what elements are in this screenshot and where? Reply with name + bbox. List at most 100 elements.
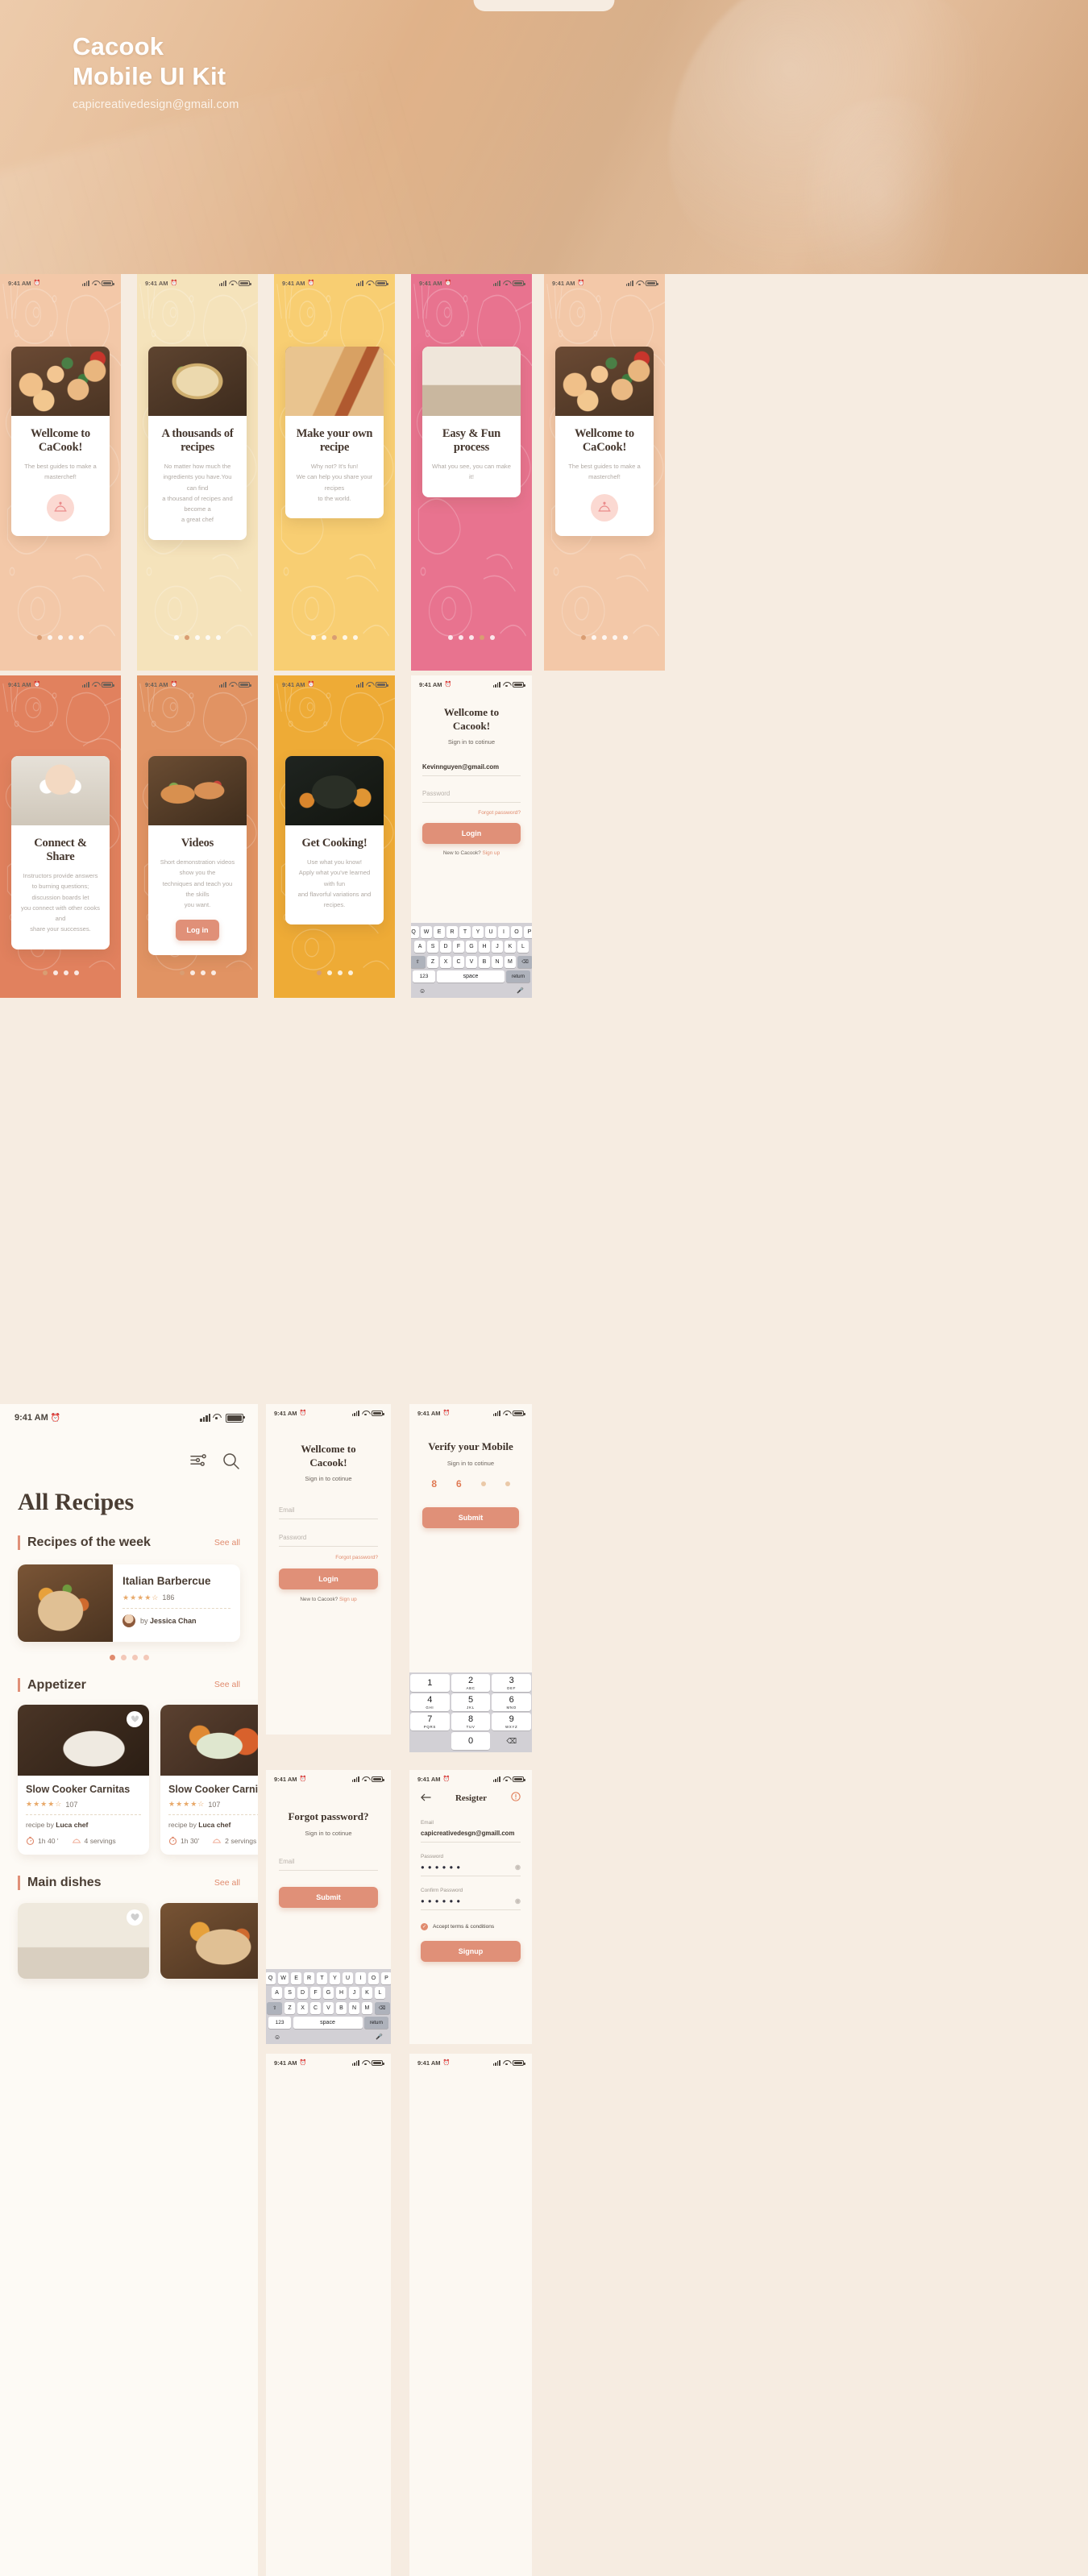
page-dot[interactable]	[337, 970, 343, 975]
otp-empty[interactable]	[505, 1481, 510, 1486]
email-field[interactable]: Email	[279, 1506, 378, 1520]
key-P[interactable]: P	[524, 926, 532, 939]
key-I[interactable]: I	[355, 1972, 367, 1985]
page-dot[interactable]	[174, 635, 179, 640]
key-S[interactable]: S	[427, 941, 438, 954]
key-O[interactable]: O	[511, 926, 522, 939]
emoji-icon[interactable]: ☺	[419, 987, 426, 995]
register-screen[interactable]: 9:41 AM ⏰ Resigter Email capicreativedes…	[409, 1770, 532, 2044]
numpad-key-4[interactable]: 4 GHI	[410, 1693, 450, 1711]
emoji-icon[interactable]: ☺	[274, 2034, 280, 2041]
numpad-key-5[interactable]: 5 JKL	[451, 1693, 491, 1711]
password-field[interactable]: Password	[422, 790, 521, 804]
numbers-key[interactable]: 123	[268, 2016, 292, 2029]
key-C[interactable]: C	[309, 2001, 322, 2014]
page-dot[interactable]	[448, 635, 453, 640]
numpad-key-2[interactable]: 2 ABC	[451, 1674, 491, 1692]
key-G[interactable]: G	[466, 941, 477, 954]
key-V[interactable]: V	[322, 2001, 334, 2014]
page-dot[interactable]	[195, 635, 200, 640]
key-M[interactable]: M	[505, 955, 516, 968]
recipe-card[interactable]: Slow Cooker Carnitas ★★★★☆ 107 recipe by…	[18, 1705, 149, 1855]
key-X[interactable]: X	[440, 955, 451, 968]
page-dot[interactable]	[37, 635, 42, 640]
key-T[interactable]: T	[459, 926, 471, 939]
key-E[interactable]: E	[290, 1972, 302, 1985]
key-S[interactable]: S	[284, 1987, 296, 2000]
checkbox-checked-icon[interactable]: ✓	[421, 1923, 428, 1930]
page-dot[interactable]	[179, 970, 185, 975]
email-field[interactable]: capicreativedesgn@gmaill.com	[421, 1830, 521, 1843]
onboarding-screen[interactable]: 9:41 AM ⏰ Videos Short demonstration vid…	[137, 675, 258, 998]
page-dot[interactable]	[69, 635, 73, 640]
page-dot[interactable]	[332, 635, 337, 640]
key-R[interactable]: R	[303, 1972, 315, 1985]
all-recipes-screen[interactable]: 9:41 AM ⏰ All Recipes Recipes of the wee…	[0, 1404, 258, 2576]
page-dot[interactable]	[79, 635, 84, 640]
see-all-link[interactable]: See all	[214, 1538, 240, 1548]
terms-row[interactable]: ✓ Accept terms & conditions	[421, 1923, 521, 1930]
page-dot[interactable]	[592, 635, 596, 640]
key-L[interactable]: L	[517, 941, 529, 954]
page-dot[interactable]	[469, 635, 474, 640]
page-dot[interactable]	[316, 970, 322, 975]
key-G[interactable]: G	[322, 1987, 334, 2000]
onscreen-keyboard[interactable]: QWERTYUIOP ASDFGHJKL ⇧ ZXCVBNM ⌫ 123 spa…	[266, 1969, 391, 2044]
page-dot[interactable]	[189, 970, 195, 975]
otp-empty[interactable]	[480, 1481, 486, 1486]
login-button[interactable]: Login	[422, 823, 521, 845]
page-dot[interactable]	[613, 635, 617, 640]
forgot-password-link[interactable]: Forgot password?	[279, 1555, 378, 1560]
key-T[interactable]: T	[316, 1972, 328, 1985]
key-R[interactable]: R	[446, 926, 458, 939]
numpad-key-1[interactable]: 1	[410, 1674, 450, 1692]
key-L[interactable]: L	[374, 1987, 386, 2000]
page-dot[interactable]	[216, 635, 221, 640]
return-key[interactable]: return	[506, 970, 530, 983]
signup-link[interactable]: Sign up	[482, 850, 500, 856]
key-X[interactable]: X	[297, 2001, 309, 2014]
page-dot[interactable]	[326, 970, 332, 975]
mic-icon[interactable]: 🎤	[376, 2034, 383, 2041]
page-dot[interactable]	[73, 970, 79, 975]
page-dot[interactable]	[343, 635, 347, 640]
page-dot[interactable]	[347, 970, 353, 975]
onboarding-screen[interactable]: 9:41 AM ⏰ Easy & Fun process What you se…	[411, 274, 532, 671]
page-dot[interactable]	[353, 635, 358, 640]
page-dot[interactable]	[210, 970, 216, 975]
mic-icon[interactable]: 🎤	[517, 987, 524, 995]
onboarding-screen[interactable]: 9:41 AM ⏰ Connect & Share Instructors pr…	[0, 675, 121, 998]
page-dot[interactable]	[63, 970, 69, 975]
info-circle-icon[interactable]	[511, 1791, 521, 1805]
key-W[interactable]: W	[421, 926, 432, 939]
key-A[interactable]: A	[414, 941, 426, 954]
key-Q[interactable]: Q	[266, 1972, 276, 1985]
shift-key[interactable]: ⇧	[267, 2001, 283, 2014]
backspace-key[interactable]: ⌫	[374, 2001, 390, 2014]
onboarding-screen[interactable]: 9:41 AM ⏰ Get Cooking! Use what you know…	[274, 675, 395, 998]
numpad-key-8[interactable]: 8 TUV	[451, 1713, 491, 1730]
key-Z[interactable]: Z	[427, 955, 438, 968]
submit-button[interactable]: Submit	[422, 1506, 519, 1528]
key-H[interactable]: H	[479, 941, 490, 954]
page-dot[interactable]	[52, 970, 58, 975]
page-dot[interactable]	[602, 635, 607, 640]
page-dot[interactable]	[48, 635, 52, 640]
key-U[interactable]: U	[342, 1972, 354, 1985]
page-dot[interactable]	[109, 1654, 115, 1660]
page-dot[interactable]	[459, 635, 463, 640]
verify-mobile-screen[interactable]: 9:41 AM ⏰ Verify your Mobile Sign in to …	[409, 1404, 532, 1752]
backspace-key[interactable]: ⌫	[517, 955, 532, 968]
key-Q[interactable]: Q	[411, 926, 419, 939]
key-M[interactable]: M	[361, 2001, 373, 2014]
page-dot[interactable]	[322, 635, 326, 640]
recipe-card[interactable]: Slow Cooker Carnitas ★★★★☆ 107 recipe by…	[160, 1705, 258, 1855]
key-A[interactable]: A	[271, 1987, 283, 2000]
key-C[interactable]: C	[453, 955, 464, 968]
key-K[interactable]: K	[505, 941, 516, 954]
numpad-key-3[interactable]: 3 DEF	[492, 1674, 532, 1692]
sliders-icon[interactable]	[189, 1452, 208, 1474]
onboarding-screen[interactable]: 9:41 AM ⏰ Make your own recipe Why not? …	[274, 274, 395, 671]
page-dot[interactable]	[581, 635, 586, 640]
numbers-key[interactable]: 123	[413, 970, 435, 983]
